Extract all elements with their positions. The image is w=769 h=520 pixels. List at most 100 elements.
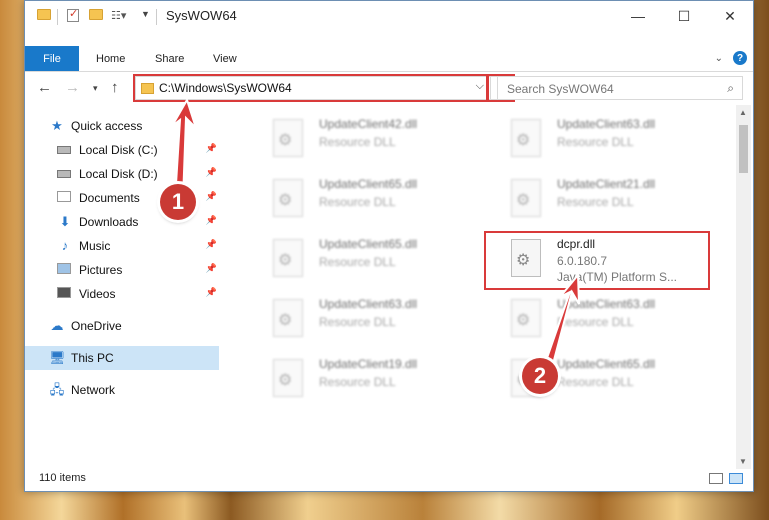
up-arrow-icon[interactable]: ↑ (111, 79, 119, 96)
qat-dropdown-icon[interactable]: ▼ (141, 9, 150, 19)
expand-ribbon-icon[interactable]: ⌄ (715, 53, 723, 64)
file-name: UpdateClient19.dll (319, 357, 418, 371)
dll-file-icon (511, 299, 541, 337)
sidebar-item-pictures[interactable]: Pictures 📌 (25, 258, 219, 282)
item-count: 110 items (39, 472, 86, 484)
download-icon: ⬇ (59, 214, 71, 229)
pin-icon: 📌 (205, 191, 217, 201)
sidebar-item-label: Local Disk (D:) (79, 167, 158, 181)
navigation-pane: ★ Quick access Local Disk (C:) 📌 Local D… (25, 111, 219, 461)
music-icon: ♪ (61, 238, 69, 253)
maximize-button[interactable]: ☐ (661, 1, 707, 31)
sidebar-item-label: This PC (71, 351, 114, 365)
dll-file-icon (273, 119, 303, 157)
scroll-thumb[interactable] (739, 125, 748, 173)
title-bar: ☷▾ ▼ SysWOW64 — ☐ ✕ (25, 1, 753, 33)
videos-icon (57, 287, 73, 301)
list-item[interactable]: UpdateClient42.dll Resource DLL (273, 113, 503, 163)
dll-file-icon (273, 359, 303, 397)
pin-icon: 📌 (205, 143, 217, 153)
sidebar-item-videos[interactable]: Videos 📌 (25, 282, 219, 306)
sidebar-item-label: Downloads (79, 215, 139, 229)
search-input[interactable]: Search SysWOW64 ⌕ (497, 76, 743, 100)
dll-file-icon (511, 179, 541, 217)
file-highlight-box (484, 231, 710, 290)
pin-icon: 📌 (205, 215, 217, 225)
list-item[interactable]: UpdateClient19.dll Resource DLL (273, 353, 503, 403)
close-button[interactable]: ✕ (707, 1, 753, 31)
file-type: Resource DLL (319, 375, 396, 389)
network-icon: 🖧 (49, 382, 65, 397)
sidebar-item-label: Videos (79, 287, 116, 301)
divider (57, 9, 58, 25)
file-type: Resource DLL (319, 135, 396, 149)
list-item[interactable]: UpdateClient63.dll Resource DLL (511, 113, 737, 163)
file-name: UpdateClient63.dll (319, 297, 418, 311)
sidebar-item-this-pc[interactable]: 🖥 This PC (25, 346, 219, 370)
help-icon[interactable]: ? (733, 51, 747, 65)
scroll-down-icon[interactable]: ▼ (739, 457, 747, 466)
file-name: UpdateClient65.dll (319, 237, 418, 251)
annotation-badge-1: 1 (160, 184, 196, 220)
sidebar-item-onedrive[interactable]: ☁ OneDrive (25, 314, 219, 338)
tab-view[interactable]: View (213, 46, 237, 71)
cloud-icon: ☁ (50, 318, 64, 333)
dll-file-icon (511, 119, 541, 157)
file-type: Resource DLL (319, 255, 396, 269)
ribbon-right: ⌄ ? (715, 51, 747, 65)
divider (156, 9, 157, 25)
disk-icon (57, 167, 73, 181)
search-icon[interactable]: ⌕ (727, 81, 734, 96)
list-item[interactable]: UpdateClient65.dll Resource DLL (273, 173, 503, 223)
star-icon: ★ (51, 118, 63, 133)
sidebar-item-label: Music (79, 239, 111, 253)
recent-locations-icon[interactable]: ▾ (93, 83, 98, 94)
dll-file-icon (273, 179, 303, 217)
sidebar-item-music[interactable]: ♪ Music 📌 (25, 234, 219, 258)
forward-arrow-icon[interactable]: → (65, 79, 80, 96)
tab-file[interactable]: File (25, 46, 79, 71)
file-name: UpdateClient65.dll (557, 357, 656, 371)
sidebar-item-network[interactable]: 🖧 Network (25, 378, 219, 402)
file-name: UpdateClient42.dll (319, 117, 418, 131)
file-type: Resource DLL (557, 195, 634, 209)
tab-home[interactable]: Home (96, 46, 125, 71)
customize-icon[interactable]: ☷▾ (111, 9, 126, 22)
status-bar: 110 items (25, 467, 753, 491)
file-type: Resource DLL (557, 375, 634, 389)
annotation-badge-2: 2 (522, 358, 558, 394)
sidebar-item-label: Network (71, 383, 116, 397)
file-name: UpdateClient65.dll (319, 177, 418, 191)
new-folder-icon[interactable] (89, 9, 103, 20)
file-type: Resource DLL (557, 315, 634, 329)
scroll-up-icon[interactable]: ▲ (739, 108, 747, 117)
search-placeholder: Search SysWOW64 (507, 82, 614, 96)
list-item[interactable]: UpdateClient21.dll Resource DLL (511, 173, 737, 223)
sidebar-item-local-disk-c[interactable]: Local Disk (C:) 📌 (25, 138, 219, 162)
pin-icon: 📌 (205, 287, 217, 297)
properties-icon[interactable] (67, 7, 79, 22)
sidebar-item-label: Local Disk (C:) (79, 143, 158, 157)
pin-icon: 📌 (205, 263, 217, 273)
disk-icon (57, 143, 73, 157)
minimize-button[interactable]: — (615, 1, 661, 31)
list-item[interactable]: UpdateClient63.dll Resource DLL (273, 293, 503, 343)
back-arrow-icon[interactable]: ← (37, 79, 52, 96)
computer-icon: 🖥 (49, 350, 66, 365)
vertical-scrollbar[interactable]: ▲ ▼ (736, 105, 751, 469)
list-item[interactable]: UpdateClient63.dll Resource DLL (511, 293, 737, 343)
list-item[interactable]: UpdateClient65.dll Resource DLL (273, 233, 503, 283)
details-view-icon[interactable] (709, 473, 723, 484)
window-title: SysWOW64 (166, 8, 237, 23)
dll-file-icon (273, 239, 303, 277)
sidebar-item-label: OneDrive (71, 319, 122, 333)
tab-share[interactable]: Share (155, 46, 184, 71)
file-type: Resource DLL (319, 195, 396, 209)
tiles-view-icon[interactable] (729, 473, 743, 484)
dll-file-icon (273, 299, 303, 337)
navigation-bar: ← → ▾ ↑ C:\Windows\SysWOW64 ⌵ ↻ Search S… (25, 74, 753, 104)
file-name: UpdateClient63.dll (557, 117, 656, 131)
pictures-icon (57, 263, 73, 277)
sidebar-item-local-disk-d[interactable]: Local Disk (D:) 📌 (25, 162, 219, 186)
sidebar-item-quick-access[interactable]: ★ Quick access (25, 114, 219, 138)
